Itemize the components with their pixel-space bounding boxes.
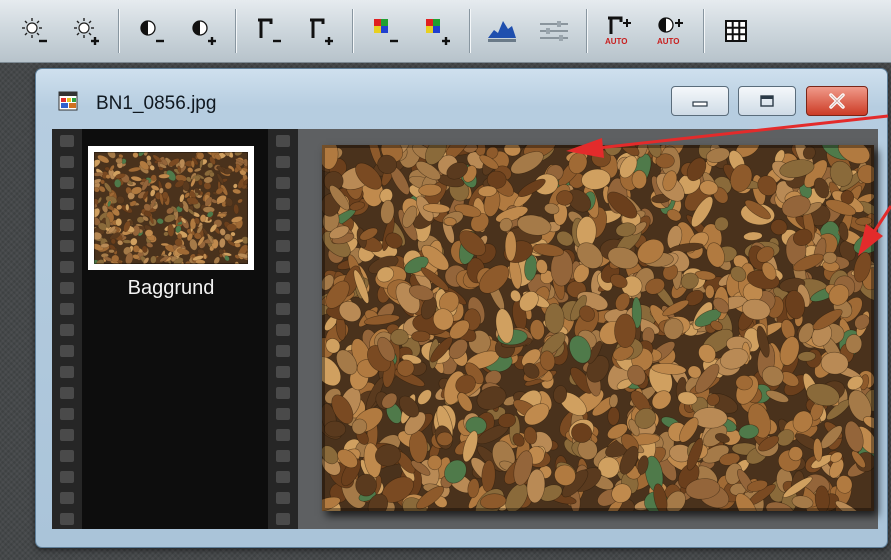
svg-text:AUTO: AUTO bbox=[657, 37, 680, 46]
film-perforation bbox=[60, 345, 74, 357]
window-title: BN1_0856.jpg bbox=[96, 93, 217, 114]
film-perforation bbox=[276, 219, 290, 231]
image-canvas[interactable] bbox=[298, 129, 878, 529]
film-perforation bbox=[276, 324, 290, 336]
film-perforation bbox=[276, 177, 290, 189]
contrast-increase-icon bbox=[192, 20, 216, 45]
layer-thumbnail-image bbox=[94, 152, 248, 264]
film-perforation bbox=[60, 492, 74, 504]
close-button[interactable] bbox=[806, 86, 868, 116]
layer-name-label: Baggrund bbox=[127, 277, 215, 299]
histogram-button[interactable] bbox=[476, 6, 528, 56]
brightness-increase-icon bbox=[74, 18, 99, 45]
close-icon bbox=[829, 93, 845, 109]
document-client-area: Baggrund bbox=[52, 129, 878, 529]
saturation-increase-button[interactable] bbox=[411, 6, 463, 56]
toolbar-separator bbox=[235, 9, 236, 53]
saturation-decrease-icon bbox=[374, 19, 398, 43]
adjustment-toolbar: AUTO AUTO bbox=[0, 0, 891, 63]
toolbar-separator bbox=[118, 9, 119, 53]
toolbar-separator bbox=[703, 9, 704, 53]
auto-gamma-button[interactable]: AUTO bbox=[593, 6, 645, 56]
film-perforation bbox=[276, 471, 290, 483]
film-perforation bbox=[276, 156, 290, 168]
film-perforation bbox=[60, 240, 74, 252]
film-perforation bbox=[276, 492, 290, 504]
toolbar-separator bbox=[469, 9, 470, 53]
brightness-decrease-icon bbox=[22, 18, 47, 43]
film-perforation bbox=[276, 261, 290, 273]
maximize-button[interactable] bbox=[738, 86, 796, 116]
contrast-decrease-icon bbox=[140, 20, 164, 43]
film-perforation bbox=[276, 345, 290, 357]
film-perforation bbox=[60, 198, 74, 210]
window-titlebar[interactable]: BN1_0856.jpg bbox=[36, 69, 887, 125]
saturation-increase-icon bbox=[426, 19, 450, 45]
gamma-decrease-icon bbox=[258, 18, 281, 43]
toolbar-separator bbox=[586, 9, 587, 53]
gamma-increase-icon bbox=[310, 18, 333, 45]
minimize-button[interactable] bbox=[671, 86, 729, 116]
auto-gamma-icon: AUTO bbox=[605, 16, 631, 46]
image-file-icon bbox=[58, 91, 78, 111]
layers-filmstrip: Baggrund bbox=[52, 129, 298, 529]
auto-contrast-button[interactable]: AUTO bbox=[645, 6, 697, 56]
film-perforation bbox=[60, 324, 74, 336]
film-perforation bbox=[276, 387, 290, 399]
film-perforation bbox=[60, 513, 74, 525]
film-perforation bbox=[276, 282, 290, 294]
film-perforation bbox=[60, 366, 74, 378]
filmstrip-perforation-right bbox=[268, 129, 298, 529]
image-document-window: BN1_0856.jpg Baggrund bbox=[35, 68, 888, 548]
film-perforation bbox=[60, 450, 74, 462]
film-perforation bbox=[60, 471, 74, 483]
saturation-decrease-button[interactable] bbox=[359, 6, 411, 56]
film-perforation bbox=[60, 156, 74, 168]
toolbar-separator bbox=[352, 9, 353, 53]
autumn-leaves-photo bbox=[322, 145, 874, 511]
film-perforation bbox=[276, 513, 290, 525]
grid-icon bbox=[725, 20, 747, 42]
film-perforation bbox=[60, 261, 74, 273]
levels-button[interactable] bbox=[528, 6, 580, 56]
layer-thumbnail[interactable] bbox=[88, 146, 254, 270]
minimize-icon bbox=[692, 101, 708, 107]
grid-button[interactable] bbox=[710, 6, 762, 56]
film-perforation bbox=[276, 198, 290, 210]
film-perforation bbox=[276, 366, 290, 378]
film-perforation bbox=[276, 303, 290, 315]
gamma-increase-button[interactable] bbox=[294, 6, 346, 56]
film-perforation bbox=[60, 135, 74, 147]
gamma-decrease-button[interactable] bbox=[242, 6, 294, 56]
film-perforation bbox=[60, 303, 74, 315]
film-perforation bbox=[60, 219, 74, 231]
film-perforation bbox=[60, 387, 74, 399]
brightness-decrease-button[interactable] bbox=[8, 6, 60, 56]
film-perforation bbox=[60, 408, 74, 420]
contrast-increase-button[interactable] bbox=[177, 6, 229, 56]
film-perforation bbox=[60, 282, 74, 294]
film-perforation bbox=[60, 177, 74, 189]
film-perforation bbox=[276, 429, 290, 441]
film-perforation bbox=[60, 429, 74, 441]
levels-sliders-icon bbox=[540, 21, 568, 41]
filmstrip-perforation-left bbox=[52, 129, 82, 529]
auto-contrast-icon: AUTO bbox=[657, 17, 683, 46]
contrast-decrease-button[interactable] bbox=[125, 6, 177, 56]
film-perforation bbox=[276, 240, 290, 252]
histogram-icon bbox=[488, 21, 516, 42]
film-perforation bbox=[276, 135, 290, 147]
film-perforation bbox=[276, 408, 290, 420]
maximize-icon bbox=[760, 95, 774, 107]
svg-text:AUTO: AUTO bbox=[605, 37, 628, 46]
brightness-increase-button[interactable] bbox=[60, 6, 112, 56]
film-perforation bbox=[276, 450, 290, 462]
